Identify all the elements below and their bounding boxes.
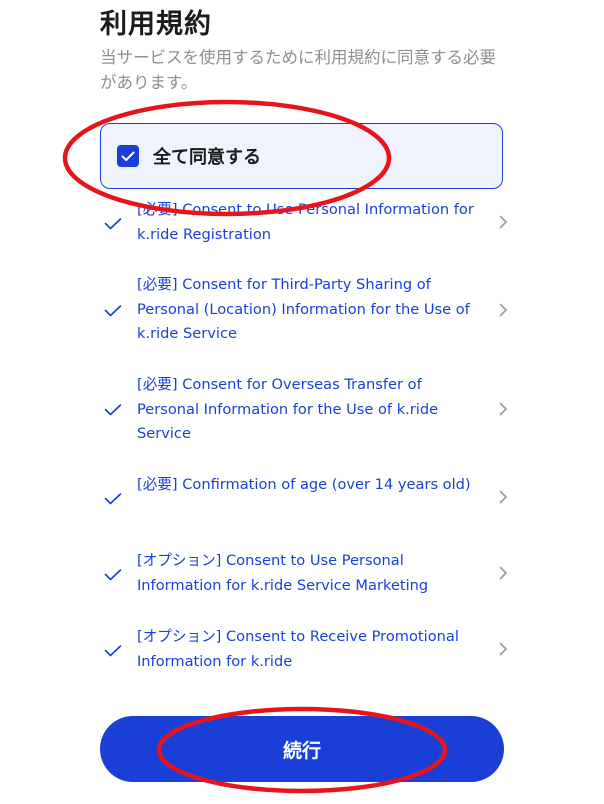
term-text: [オプション] Consent to Use Personal Informat… [137, 552, 429, 594]
checkbox-checked-icon[interactable] [117, 145, 139, 167]
term-item-promotional[interactable]: [オプション] Consent to Receive Promotional I… [100, 625, 520, 675]
agree-all-checkbox-row[interactable]: 全て同意する [100, 123, 503, 189]
term-text: [必要] Consent for Overseas Transfer of Pe… [137, 376, 439, 442]
check-icon [104, 569, 122, 581]
term-item-overseas-transfer[interactable]: [必要] Consent for Overseas Transfer of Pe… [100, 373, 520, 448]
term-item-marketing[interactable]: [オプション] Consent to Use Personal Informat… [100, 549, 520, 599]
chevron-right-icon[interactable] [499, 303, 508, 317]
check-icon [104, 218, 122, 230]
term-text: [必要] Confirmation of age (over 14 years … [137, 476, 471, 493]
chevron-right-icon[interactable] [499, 490, 508, 504]
term-item-registration[interactable]: [必要] Consent to Use Personal Information… [100, 198, 520, 248]
chevron-right-icon[interactable] [499, 566, 508, 580]
term-item-age-confirmation[interactable]: [必要] Confirmation of age (over 14 years … [100, 473, 520, 523]
check-icon [104, 305, 122, 317]
term-text: [オプション] Consent to Receive Promotional I… [137, 628, 459, 670]
check-icon [104, 493, 122, 505]
chevron-right-icon[interactable] [499, 402, 508, 416]
continue-button[interactable]: 続行 [100, 716, 504, 782]
check-icon [104, 645, 122, 657]
agree-all-label: 全て同意する [153, 147, 261, 168]
term-item-third-party-sharing[interactable]: [必要] Consent for Third-Party Sharing of … [100, 273, 520, 348]
page-subtitle: 当サービスを使用するために利用規約に同意する必要があります。 [100, 48, 496, 92]
term-text: [必要] Consent to Use Personal Information… [137, 201, 474, 243]
page-title: 利用規約 [100, 9, 212, 40]
chevron-right-icon[interactable] [499, 642, 508, 656]
check-icon [104, 404, 122, 416]
term-text: [必要] Consent for Third-Party Sharing of … [137, 276, 470, 342]
chevron-right-icon[interactable] [499, 215, 508, 229]
